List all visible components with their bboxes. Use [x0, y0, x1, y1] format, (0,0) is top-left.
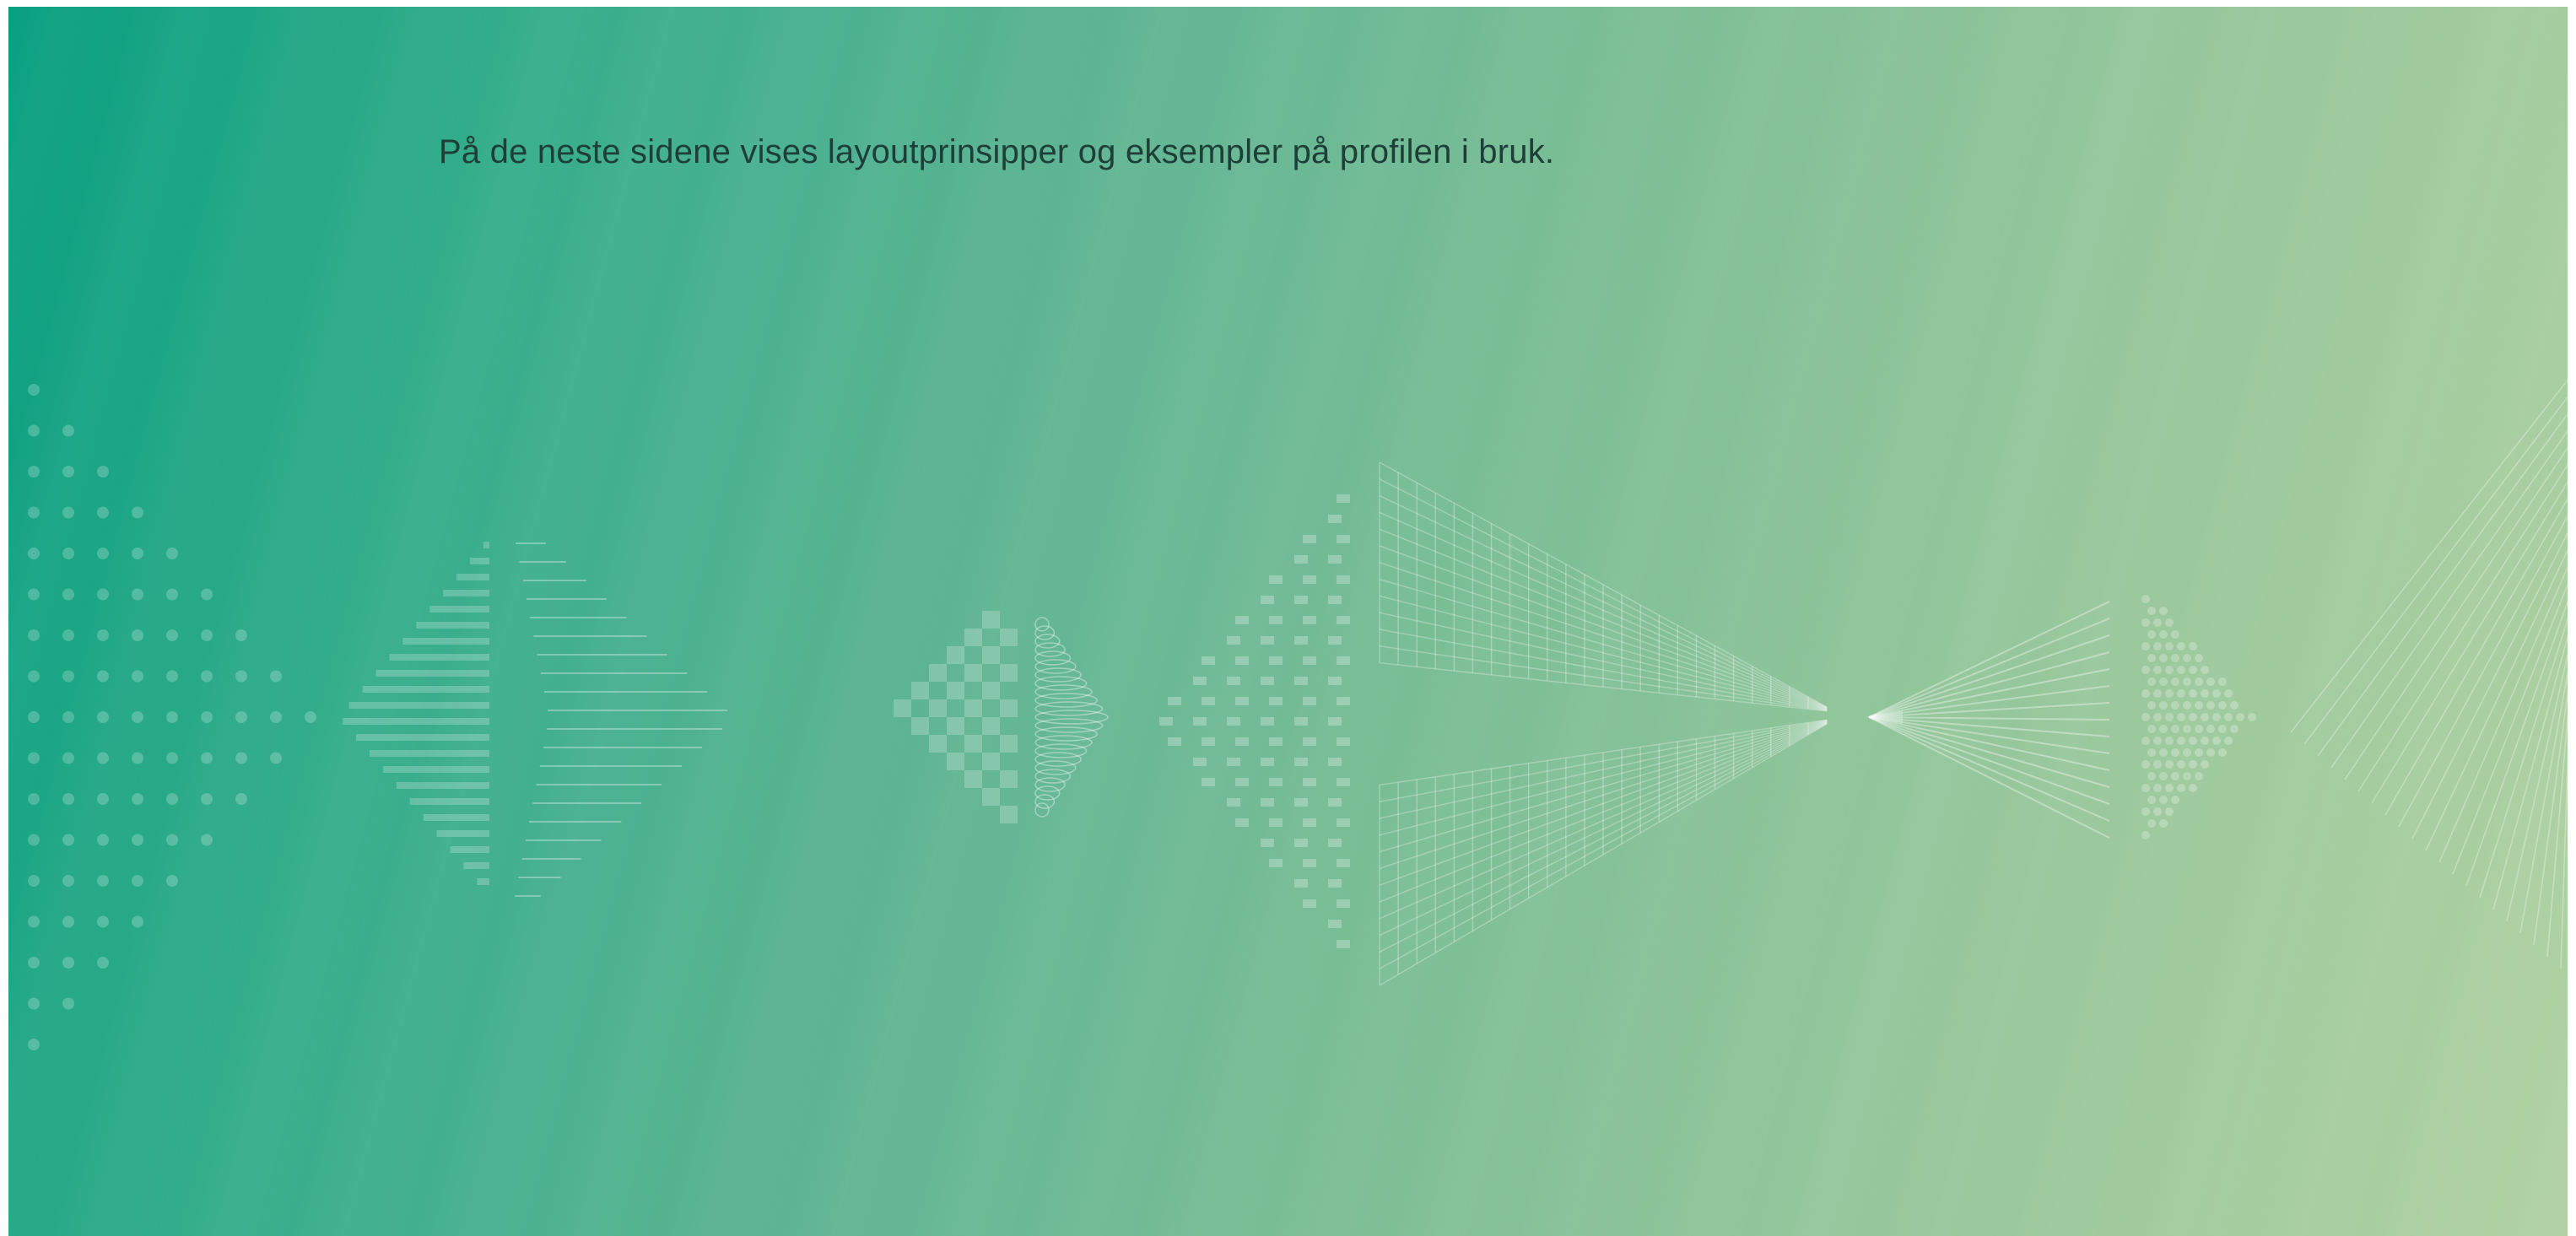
striped-diamond-pattern	[343, 542, 728, 897]
slide-page: På de neste sidene vises layoutprinsippe…	[8, 7, 2568, 1236]
dash-diamond-pattern	[1159, 494, 1350, 948]
diagonal-lines-pattern	[2290, 379, 2568, 969]
dot-diamond-pattern	[2141, 595, 2256, 839]
dot-triangle-pattern	[28, 384, 316, 1050]
checker-triangle-pattern	[894, 611, 1018, 823]
grid-chevron-pattern	[1379, 461, 1828, 986]
loop-coil-pattern	[1034, 617, 1109, 818]
pattern-band	[28, 379, 2568, 1050]
fan-lines-pattern	[1865, 601, 2110, 839]
